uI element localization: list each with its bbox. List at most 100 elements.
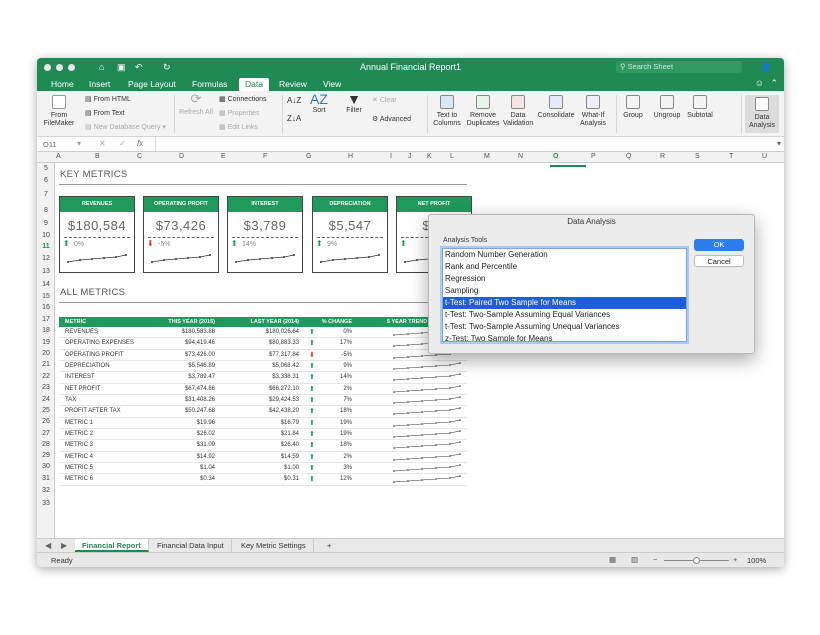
data-analysis-button[interactable]: Data Analysis <box>745 95 779 133</box>
page-layout-view-icon[interactable]: ▥ <box>631 555 638 564</box>
col-c[interactable]: C <box>137 153 142 160</box>
row-header-12[interactable]: 12 <box>37 255 55 262</box>
analysis-tools-list[interactable]: Random Number Generation Rank and Percent… <box>442 248 687 342</box>
remove-duplicates-button[interactable]: Remove Duplicates <box>466 95 500 128</box>
row-header-6[interactable]: 6 <box>37 177 55 184</box>
sheet-tab-financial-data-input[interactable]: Financial Data Input <box>150 539 232 552</box>
add-sheet-button[interactable]: + <box>320 539 338 552</box>
col-b[interactable]: B <box>95 153 100 160</box>
sort-ascending-icon[interactable]: A↓Z <box>287 97 301 105</box>
row-header-15[interactable]: 15 <box>37 293 55 300</box>
what-if-analysis-button[interactable]: What-If Analysis <box>578 95 608 128</box>
row-header-30[interactable]: 30 <box>37 463 55 470</box>
tab-view[interactable]: View <box>317 78 347 91</box>
row-header-9[interactable]: 9 <box>37 220 55 227</box>
data-validation-button[interactable]: Data Validation <box>503 95 533 128</box>
next-sheet-icon[interactable]: ▶ <box>61 541 67 550</box>
from-text-button[interactable]: ▤ From Text <box>85 110 125 118</box>
expand-formula-icon[interactable]: ▾ <box>777 139 781 148</box>
col-n[interactable]: N <box>518 153 523 160</box>
analysis-tool-item[interactable]: z-Test: Two Sample for Means <box>443 333 686 341</box>
row-header-10[interactable]: 10 <box>37 232 55 239</box>
from-html-button[interactable]: ▤ From HTML <box>85 96 131 104</box>
col-o[interactable]: O <box>553 153 558 160</box>
subtotal-button[interactable]: Subtotal <box>685 95 715 120</box>
refresh-all-button[interactable]: ⟳ Refresh All <box>178 92 214 117</box>
analysis-tool-item[interactable]: Sampling <box>443 285 686 297</box>
col-r[interactable]: R <box>660 153 665 160</box>
row-header-25[interactable]: 25 <box>37 407 55 414</box>
sort-button[interactable]: AZ Sort <box>307 92 331 115</box>
row-header-32[interactable]: 32 <box>37 487 55 494</box>
cancel-button[interactable]: Cancel <box>694 255 744 267</box>
tab-data[interactable]: Data <box>239 78 269 91</box>
row-header-21[interactable]: 21 <box>37 361 55 368</box>
ok-button[interactable]: OK <box>694 239 744 251</box>
analysis-tool-item[interactable]: Random Number Generation <box>443 249 686 261</box>
collapse-ribbon-icon[interactable]: ⌃ <box>770 78 778 89</box>
row-header-13[interactable]: 13 <box>37 268 55 275</box>
text-to-columns-button[interactable]: Text to Columns <box>432 95 462 128</box>
row-header-33[interactable]: 33 <box>37 500 55 507</box>
col-u[interactable]: U <box>762 153 767 160</box>
row-header-11[interactable]: 11 <box>37 243 55 250</box>
active-cell[interactable] <box>550 163 586 167</box>
row-header-8[interactable]: 8 <box>37 207 55 214</box>
cancel-entry-icon[interactable]: ✕ <box>99 139 106 148</box>
name-box-dropdown-icon[interactable]: ▾ <box>77 139 81 148</box>
col-m[interactable]: M <box>484 153 490 160</box>
col-h[interactable]: H <box>348 153 353 160</box>
formula-input[interactable] <box>155 137 775 151</box>
smiley-icon[interactable]: ☺ <box>755 78 764 88</box>
analysis-tool-item[interactable]: t-Test: Paired Two Sample for Means <box>443 297 686 309</box>
zoom-in-icon[interactable]: + <box>733 555 737 564</box>
col-l[interactable]: L <box>450 153 454 160</box>
row-header-26[interactable]: 26 <box>37 418 55 425</box>
row-header-28[interactable]: 28 <box>37 441 55 448</box>
share-icon[interactable]: 👤 <box>761 62 772 73</box>
ungroup-button[interactable]: Ungroup <box>651 95 683 120</box>
row-header-20[interactable]: 20 <box>37 350 55 357</box>
col-e[interactable]: E <box>221 153 226 160</box>
analysis-tool-item[interactable]: Rank and Percentile <box>443 261 686 273</box>
col-a[interactable]: A <box>56 153 61 160</box>
group-button[interactable]: Group <box>621 95 645 120</box>
function-icon[interactable]: fx <box>137 139 143 148</box>
name-box[interactable]: O11 <box>43 140 57 149</box>
sheet-tab-financial-report[interactable]: Financial Report <box>75 539 149 552</box>
advanced-button[interactable]: ⚙ Advanced <box>372 116 411 124</box>
col-d[interactable]: D <box>179 153 184 160</box>
row-header-18[interactable]: 18 <box>37 327 55 334</box>
col-f[interactable]: F <box>263 153 267 160</box>
tab-page-layout[interactable]: Page Layout <box>122 78 182 91</box>
prev-sheet-icon[interactable]: ◀ <box>45 541 51 550</box>
analysis-tool-item[interactable]: t-Test: Two-Sample Assuming Equal Varian… <box>443 309 686 321</box>
row-header-19[interactable]: 19 <box>37 339 55 346</box>
edit-links-button[interactable]: ▦ Edit Links <box>219 124 258 132</box>
row-header-22[interactable]: 22 <box>37 373 55 380</box>
filter-button[interactable]: ▼ Filter <box>342 92 366 115</box>
tab-formulas[interactable]: Formulas <box>186 78 233 91</box>
confirm-entry-icon[interactable]: ✓ <box>119 139 126 148</box>
search-sheet-input[interactable]: ⚲ Search Sheet <box>616 61 742 73</box>
analysis-tool-item[interactable]: t-Test: Two-Sample Assuming Unequal Vari… <box>443 321 686 333</box>
zoom-out-icon[interactable]: − <box>653 555 657 564</box>
tab-review[interactable]: Review <box>273 78 313 91</box>
row-header-23[interactable]: 23 <box>37 384 55 391</box>
col-i[interactable]: I <box>390 153 392 160</box>
analysis-tool-item[interactable]: Regression <box>443 273 686 285</box>
row-header-29[interactable]: 29 <box>37 452 55 459</box>
row-header-24[interactable]: 24 <box>37 396 55 403</box>
col-j[interactable]: J <box>408 153 412 160</box>
row-header-7[interactable]: 7 <box>37 191 55 198</box>
row-header-27[interactable]: 27 <box>37 430 55 437</box>
row-header-16[interactable]: 16 <box>37 304 55 311</box>
sort-descending-icon[interactable]: Z↓A <box>287 115 301 123</box>
zoom-slider-handle[interactable] <box>693 557 700 564</box>
from-filemaker-button[interactable]: From FileMaker <box>41 95 77 128</box>
new-database-query-button[interactable]: ▤ New Database Query ▾ <box>85 124 166 132</box>
tab-insert[interactable]: Insert <box>83 78 116 91</box>
row-header-14[interactable]: 14 <box>37 281 55 288</box>
tab-home[interactable]: Home <box>45 78 80 91</box>
sheet-tab-key-metric-settings[interactable]: Key Metric Settings <box>234 539 314 552</box>
